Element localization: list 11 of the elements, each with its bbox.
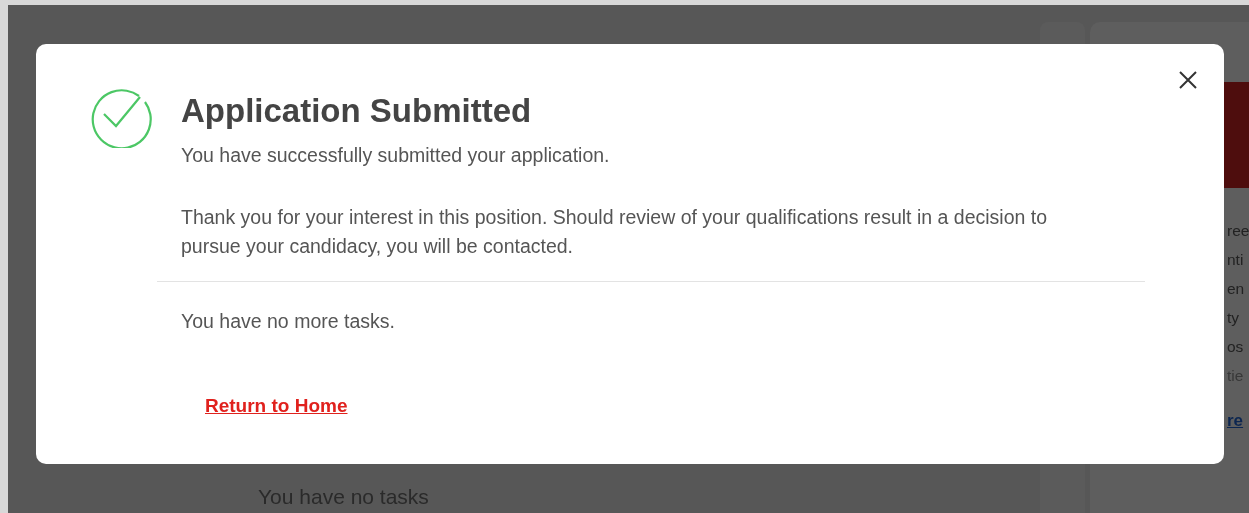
return-home-link[interactable]: Return to Home [205, 395, 348, 417]
dialog-subtitle: You have successfully submitted your application. [181, 144, 611, 167]
dialog-title: Application Submitted [181, 92, 533, 130]
tasks-note: You have no more tasks. [181, 310, 396, 333]
card-text: os [1227, 337, 1244, 357]
card-text: ree [1227, 221, 1249, 241]
card-text: en [1227, 279, 1245, 299]
dialog-message: Thank you for your interest in this position. Should review of your qualifications result in a decision to pursue your candidacy, you will be contacted. [181, 205, 1049, 259]
close-icon[interactable] [1178, 70, 1198, 90]
card-text: ty [1227, 308, 1240, 328]
card-text: nti [1227, 250, 1244, 270]
